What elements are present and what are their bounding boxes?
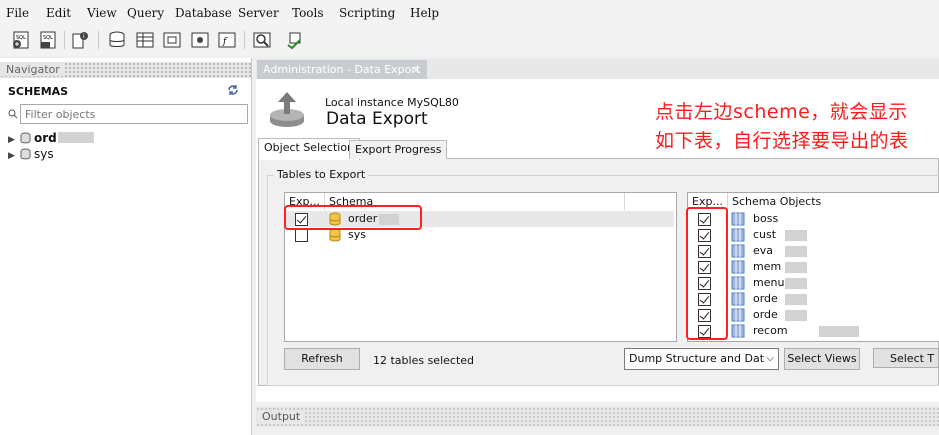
redacted-block <box>785 278 807 289</box>
data-export-icon <box>270 92 304 127</box>
select-views-button[interactable]: Select Views <box>784 348 860 370</box>
export-checkbox[interactable] <box>295 229 308 242</box>
redacted-block <box>785 262 807 273</box>
menu-query[interactable]: Query <box>127 6 164 20</box>
tab-label: Administration - Data Export <box>263 63 421 76</box>
tab-administration-data-export[interactable]: Administration - Data Export × <box>257 60 427 79</box>
highlight-box-schema <box>284 205 422 230</box>
table-icon <box>731 212 745 226</box>
redacted-block <box>785 246 807 257</box>
svg-text:SQL: SQL <box>43 35 53 41</box>
expand-arrow-icon[interactable]: ▶ <box>8 148 18 164</box>
schema-tree-item-sys[interactable]: ▶ sys <box>8 146 54 162</box>
schemas-title: SCHEMAS <box>8 85 69 98</box>
filter-objects-input[interactable] <box>20 104 248 124</box>
object-name: menu <box>753 276 785 289</box>
search-table-data-icon[interactable] <box>251 29 273 51</box>
table-icon <box>731 292 745 306</box>
chevron-down-icon: ⌵ <box>766 353 774 364</box>
table-icon <box>731 260 745 274</box>
annotation-text: 点击左边scheme，就会显示如下表，自行选择要导出的表 <box>655 101 909 152</box>
redacted-block <box>785 294 807 305</box>
menu-tools[interactable]: Tools <box>292 6 324 20</box>
toolbar-separator <box>98 31 99 49</box>
refresh-button[interactable]: Refresh <box>284 348 360 370</box>
schema-name: sys <box>34 147 54 161</box>
navigator-header: Navigator <box>0 62 251 78</box>
reconnect-icon[interactable] <box>284 29 306 51</box>
group-label: Tables to Export <box>274 168 369 181</box>
column-header-schema-objects[interactable]: Schema Objects <box>728 193 939 210</box>
table-icon <box>731 276 745 290</box>
create-view-icon[interactable] <box>161 29 183 51</box>
object-name: cust <box>753 228 777 241</box>
schema-name: ord <box>34 131 57 145</box>
database-icon <box>20 132 31 144</box>
menu-view[interactable]: View <box>87 6 117 20</box>
menu-scripting[interactable]: Scripting <box>339 6 395 20</box>
schema-tree-item-ord[interactable]: ▶ ord <box>8 130 94 146</box>
redacted-block <box>57 132 94 143</box>
tab-object-selection[interactable]: Object Selection <box>258 138 361 160</box>
database-icon <box>20 148 31 160</box>
navigator-panel: Navigator SCHEMAS ▶ord ▶ sys <box>0 58 252 435</box>
close-icon[interactable]: × <box>412 60 421 79</box>
redacted-block <box>819 326 859 337</box>
output-panel-header: Output <box>256 407 939 427</box>
instance-label: Local instance MySQL80 <box>325 96 459 109</box>
inspect-icon[interactable]: i <box>70 29 92 51</box>
table-icon <box>731 308 745 322</box>
create-table-icon[interactable] <box>134 29 156 51</box>
create-function-icon[interactable]: f <box>216 29 238 51</box>
highlight-box-checkboxes <box>686 207 728 340</box>
redacted-block <box>785 230 807 241</box>
dump-option-value: Dump Structure and Dat <box>629 352 765 365</box>
create-schema-icon[interactable] <box>106 29 128 51</box>
dump-option-select[interactable]: Dump Structure and Dat ⌵ <box>624 348 779 370</box>
object-name: eva <box>753 244 774 257</box>
object-name: boss <box>753 212 779 225</box>
menu-edit[interactable]: Edit <box>46 6 71 20</box>
menu-server[interactable]: Server <box>238 6 279 20</box>
object-name: mem <box>753 260 782 273</box>
menu-help[interactable]: Help <box>410 6 439 20</box>
object-name: recom <box>753 324 788 337</box>
object-name: orde <box>753 292 778 305</box>
menu-database[interactable]: Database <box>175 6 232 20</box>
object-name: orde <box>753 308 778 321</box>
table-icon <box>731 324 745 338</box>
toolbar-separator <box>244 31 245 49</box>
search-icon <box>8 109 18 119</box>
toolbar-separator <box>64 31 65 49</box>
open-sql-script-icon[interactable]: SQL <box>37 29 59 51</box>
new-sql-tab-icon[interactable]: SQL <box>10 29 32 51</box>
page-title: Data Export <box>326 109 428 129</box>
menu-bar: File Edit View Query Database Server Too… <box>0 0 939 26</box>
selected-count-label: 12 tables selected <box>373 354 475 367</box>
toolbar: SQL SQL i f <box>0 26 939 56</box>
redacted-block <box>785 310 807 321</box>
table-icon <box>731 228 745 242</box>
menu-file[interactable]: File <box>6 6 29 20</box>
refresh-icon[interactable] <box>226 83 240 97</box>
create-procedure-icon[interactable] <box>189 29 211 51</box>
database-icon <box>329 228 341 242</box>
table-icon <box>731 244 745 258</box>
tab-export-progress[interactable]: Export Progress <box>349 140 448 159</box>
select-tables-button[interactable]: Select T <box>873 348 939 368</box>
